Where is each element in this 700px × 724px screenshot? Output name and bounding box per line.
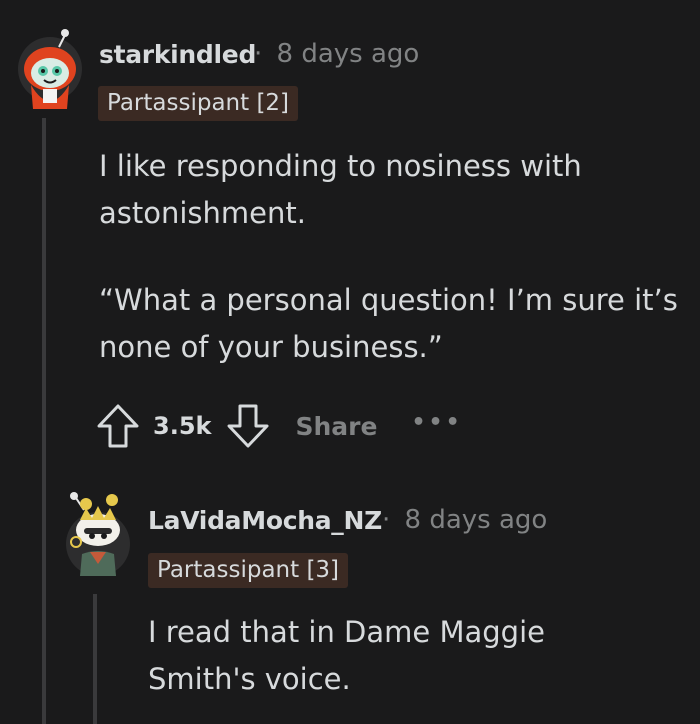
comment-actions: 3.5k Share ••• <box>95 402 463 450</box>
comment-timestamp[interactable]: 8 days ago <box>277 39 420 69</box>
comment-meta: · 8 days ago <box>382 505 547 535</box>
comment-author[interactable]: LaVidaMocha_NZ <box>148 506 382 535</box>
comment-author[interactable]: starkindled <box>99 40 256 69</box>
more-options-icon[interactable]: ••• <box>411 410 462 435</box>
comment-thread: starkindled · 8 days ago Partassipant [2… <box>0 0 700 724</box>
comment-meta: · 8 days ago <box>254 39 419 69</box>
snoo-avatar-crown-icon[interactable] <box>64 490 132 578</box>
meta-separator: · <box>254 39 263 69</box>
user-flair: Partassipant [3] <box>148 553 349 588</box>
user-flair: Partassipant [2] <box>98 86 299 121</box>
thread-line[interactable] <box>42 118 46 724</box>
comment-body-paragraph: I read that in Dame Maggie Smith's voice… <box>148 615 545 696</box>
vote-score: 3.5k <box>153 412 212 440</box>
thread-line[interactable] <box>93 594 97 724</box>
meta-separator: · <box>382 505 391 535</box>
comment-body-paragraph: “What a personal question! I’m sure it’s… <box>99 283 678 364</box>
share-button[interactable]: Share <box>295 412 377 441</box>
comment-body-paragraph: I like responding to nosiness with aston… <box>99 149 582 230</box>
upvote-icon[interactable] <box>95 402 141 450</box>
comment-timestamp[interactable]: 8 days ago <box>405 505 548 535</box>
snoo-avatar-red-hood-icon[interactable] <box>17 25 83 109</box>
downvote-icon[interactable] <box>225 402 271 450</box>
